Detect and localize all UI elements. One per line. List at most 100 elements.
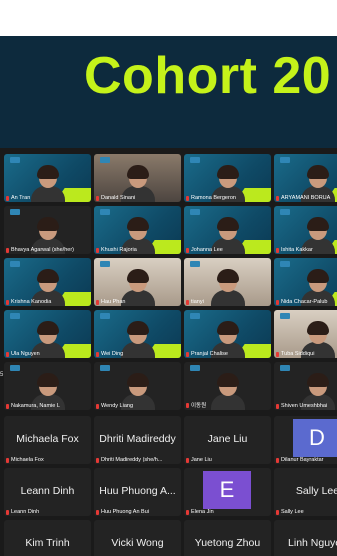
participant-name-label: Nida Chacar-Palub <box>276 299 337 305</box>
participant-tile[interactable]: Danald Sinani <box>94 154 181 202</box>
participant-name: tianyi <box>191 299 204 305</box>
participant-tile[interactable]: Shiven Umeshbhai <box>274 362 337 410</box>
muted-mic-icon <box>186 351 189 357</box>
participant-avatar: E <box>203 471 251 509</box>
participant-tile[interactable]: E Elena Jin <box>184 468 271 516</box>
participant-name-label: Bhavya Agarwal (she/her) <box>6 247 89 253</box>
caption-flag-icon <box>190 365 200 371</box>
participant-tile[interactable]: An Tran <box>4 154 91 202</box>
participant-name-label: Johanna Lee <box>186 247 269 253</box>
participant-tile[interactable]: Dhriti Madireddy Dhriti Madireddy (she/h.… <box>94 416 181 464</box>
participant-name: Bhavya Agarwal (she/her) <box>11 247 74 253</box>
caption-flag-icon <box>100 209 110 215</box>
participant-tile[interactable]: Tuba Siddiqui <box>274 310 337 358</box>
caption-flag-icon <box>190 261 200 267</box>
participant-name: Dhriti Madireddy (she/h... <box>101 457 163 463</box>
participant-tile[interactable]: Ishita Kakkar <box>274 206 337 254</box>
muted-mic-icon <box>6 195 9 201</box>
muted-mic-icon <box>276 509 279 515</box>
participant-tile[interactable]: Linh Nguyen <box>274 520 337 556</box>
participant-tile[interactable]: Wendy Liang <box>94 362 181 410</box>
participant-name: Huu Phuong An Bui <box>101 509 150 515</box>
muted-mic-icon <box>186 195 189 201</box>
muted-mic-icon <box>6 299 9 305</box>
participant-name: 이동원 <box>191 403 207 409</box>
participant-tile[interactable]: Nida Chacar-Palub <box>274 258 337 306</box>
participant-name-label: An Tran <box>6 195 89 201</box>
muted-mic-icon <box>6 457 9 463</box>
participant-tile[interactable]: Sally Lee Sally Lee <box>274 468 337 516</box>
participant-name: Khushi Rajoria <box>101 247 137 253</box>
banner-title: Cohort 20 <box>84 47 332 105</box>
participant-name-label: Pranjal Chalise <box>186 351 269 357</box>
participant-tile[interactable]: Kim Trinh <box>4 520 91 556</box>
caption-flag-icon <box>280 313 290 319</box>
participant-name-label: Huu Phuong An Bui <box>96 509 179 515</box>
caption-flag-icon <box>100 365 110 371</box>
muted-mic-icon <box>186 509 189 515</box>
caption-flag-icon <box>10 261 20 267</box>
participant-name: Shiven Umeshbhai <box>281 403 328 409</box>
participant-tile[interactable]: Jane Liu Jane Liu <box>184 416 271 464</box>
participant-tile[interactable]: Yuetong Zhou <box>184 520 271 556</box>
participant-display-name: Linh Nguyen <box>288 537 337 549</box>
participant-name: Tuba Siddiqui <box>281 351 315 357</box>
participant-tile[interactable]: Wei Ding <box>94 310 181 358</box>
participant-tile[interactable]: Johanna Lee <box>184 206 271 254</box>
participant-name: Elena Jin <box>191 509 214 515</box>
participant-name: Ramona Bergeron <box>191 195 236 201</box>
participant-name-label: 이동원 <box>186 401 269 409</box>
participant-display-name: Dhriti Madireddy <box>99 433 176 445</box>
participant-name-label: Ishita Kakkar <box>276 247 337 253</box>
caption-flag-icon <box>100 313 110 319</box>
caption-flag-icon <box>190 209 200 215</box>
participant-tile[interactable]: Nakamura, Namie L <box>4 362 91 410</box>
participant-tile[interactable]: Khushi Rajoria <box>94 206 181 254</box>
participant-name: Nakamura, Namie L <box>11 403 60 409</box>
muted-mic-icon <box>276 247 279 253</box>
participant-name: ARYAMANI BORUA <box>281 195 331 201</box>
participant-tile[interactable]: Michaela Fox Michaela Fox <box>4 416 91 464</box>
participant-tile[interactable]: Pranjal Chalise <box>184 310 271 358</box>
participant-name: Nida Chacar-Palub <box>281 299 328 305</box>
muted-mic-icon <box>96 299 99 305</box>
participant-name: Dilanur Bayraktar <box>281 457 324 463</box>
participant-tile[interactable]: Huu Phuong A... Huu Phuong An Bui <box>94 468 181 516</box>
participant-name: Ishita Kakkar <box>281 247 313 253</box>
participant-name: Wei Ding <box>101 351 124 357</box>
participant-tile[interactable]: tianyi <box>184 258 271 306</box>
participant-display-name: Sally Lee <box>295 485 337 497</box>
zoom-gallery-screen: Cohort 20 5 An Tran Danald Sinani Ramona B… <box>0 0 337 556</box>
participant-tile[interactable]: Hau Phan <box>94 258 181 306</box>
participant-tile[interactable]: Bhavya Agarwal (she/her) <box>4 206 91 254</box>
muted-mic-icon <box>6 247 9 253</box>
muted-mic-icon <box>6 351 9 357</box>
participant-name-label: Ramona Bergeron <box>186 195 269 201</box>
participant-name: Leann Dinh <box>11 509 40 515</box>
participant-name: Sally Lee <box>281 509 304 515</box>
participant-name-label: Wei Ding <box>96 351 179 357</box>
participant-name-label: Michaela Fox <box>6 457 89 463</box>
muted-mic-icon <box>96 351 99 357</box>
participant-name: Johanna Lee <box>191 247 223 253</box>
participant-display-name: Kim Trinh <box>25 537 70 549</box>
muted-mic-icon <box>186 457 189 463</box>
caption-flag-icon <box>280 261 290 267</box>
muted-mic-icon <box>96 457 99 463</box>
participant-tile[interactable]: Leann Dinh Leann Dinh <box>4 468 91 516</box>
caption-flag-icon <box>100 157 110 163</box>
muted-mic-icon <box>276 403 279 409</box>
participant-display-name: Leann Dinh <box>20 485 75 497</box>
participant-tile[interactable]: Ramona Bergeron <box>184 154 271 202</box>
participant-tile[interactable]: 이동원 <box>184 362 271 410</box>
participant-tile[interactable]: D Dilanur Bayraktar <box>274 416 337 464</box>
participant-display-name: Huu Phuong A... <box>99 485 176 497</box>
participant-tile[interactable]: Ula Nguyen <box>4 310 91 358</box>
participant-tile[interactable]: Vicki Wong <box>94 520 181 556</box>
participant-name: Wendy Liang <box>101 403 134 409</box>
participant-tile[interactable]: Krishna Kanodia <box>4 258 91 306</box>
participant-tile[interactable]: ARYAMANI BORUA <box>274 154 337 202</box>
participant-name-label: Sally Lee <box>276 509 337 515</box>
caption-flag-icon <box>190 313 200 319</box>
participant-name-label: Shiven Umeshbhai <box>276 403 337 409</box>
